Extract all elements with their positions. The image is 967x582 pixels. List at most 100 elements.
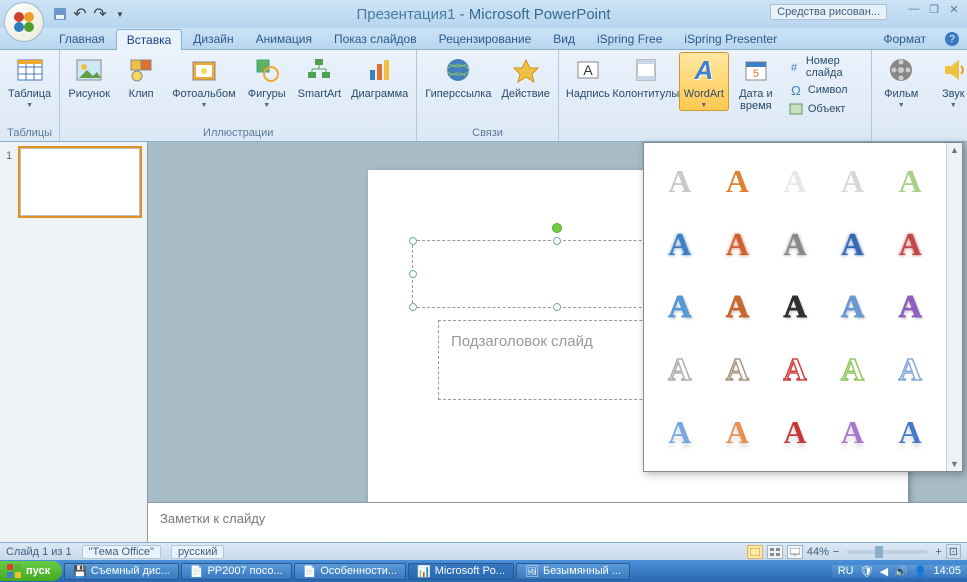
smartart-button[interactable]: SmartArt [294,52,345,102]
qat-save-icon[interactable] [52,6,68,22]
status-theme[interactable]: "Тема Office" [82,545,161,559]
object-button[interactable]: Объект [785,100,865,118]
wordart-style-12[interactable]: A [710,277,766,338]
tab-animation[interactable]: Анимация [245,28,323,49]
resize-handle-w[interactable] [409,270,417,278]
resize-handle-sw[interactable] [409,303,417,311]
wordart-style-19[interactable]: A [825,339,881,400]
tray-language[interactable]: RU [838,565,854,577]
clip-button[interactable]: Клип [116,52,166,102]
tab-design[interactable]: Дизайн [182,28,244,49]
fit-to-window-button[interactable]: ⊡ [946,544,961,559]
wordart-style-15[interactable]: A [882,277,938,338]
action-button[interactable]: Действие [497,52,553,102]
wordart-style-18[interactable]: A [767,339,823,400]
wordart-style-23[interactable]: A [767,402,823,463]
wordart-style-4[interactable]: A [825,151,881,212]
wordart-style-17[interactable]: A [710,339,766,400]
album-button[interactable]: Фотоальбом▼ [168,52,240,111]
zoom-in-button[interactable]: + [935,546,941,558]
tray-icon[interactable]: 🛡 [860,565,874,578]
view-sorter-button[interactable] [767,545,783,559]
wordart-style-20[interactable]: A [882,339,938,400]
wordart-button[interactable]: AWordArt▼ [679,52,729,111]
movie-button[interactable]: Фильм▼ [876,52,926,111]
wordart-style-25[interactable]: A [882,402,938,463]
tab-slideshow[interactable]: Показ слайдов [323,28,428,49]
minimize-button[interactable]: — [905,2,923,16]
wordart-style-1[interactable]: A [652,151,708,212]
wordart-style-16[interactable]: A [652,339,708,400]
wordart-style-9[interactable]: A [825,214,881,275]
tray-icon[interactable]: 🔊 [894,565,908,578]
wordart-scrollbar[interactable]: ▲ ▼ [946,143,962,471]
tray-icon[interactable]: ◀ [880,565,888,578]
taskbar-item-5[interactable]: 🖼Безымянный ... [516,563,630,580]
zoom-slider[interactable] [847,550,927,554]
tab-format[interactable]: Формат [872,28,937,49]
wordart-style-5[interactable]: A [882,151,938,212]
wordart-style-7[interactable]: A [710,214,766,275]
wordart-style-24[interactable]: A [825,402,881,463]
qat-undo-icon[interactable]: ↶ [72,6,88,22]
textbox-button[interactable]: AНадпись [563,52,613,102]
notes-pane[interactable]: Заметки к слайду [148,502,967,542]
tab-ispring-free[interactable]: iSpring Free [586,28,673,49]
wordart-style-6[interactable]: A [652,214,708,275]
wordart-style-3[interactable]: A [767,151,823,212]
restore-button[interactable]: ❐ [925,2,943,16]
wordart-style-10[interactable]: A [882,214,938,275]
wordart-style-22[interactable]: A [710,402,766,463]
zoom-out-button[interactable]: − [833,546,839,558]
tab-ispring-presenter[interactable]: iSpring Presenter [673,28,788,49]
contextual-tab-drawing-tools[interactable]: Средства рисован... [770,4,887,20]
tray-icon[interactable]: 👤 [914,565,928,578]
scroll-up-icon[interactable]: ▲ [948,143,961,157]
qat-redo-icon[interactable]: ↷ [92,6,108,22]
taskbar-item-3[interactable]: 📄Особенности... [294,563,406,580]
slide-number-button[interactable]: #Номер слайда [785,54,865,80]
shapes-button[interactable]: Фигуры▼ [242,52,292,111]
tab-insert[interactable]: Вставка [116,29,183,50]
scroll-down-icon[interactable]: ▼ [948,457,961,471]
sound-button[interactable]: Звук▼ [928,52,967,111]
office-button[interactable] [4,2,44,42]
wordart-style-14[interactable]: A [825,277,881,338]
wordart-style-2[interactable]: A [710,151,766,212]
close-button[interactable]: ✕ [945,2,963,16]
zoom-slider-thumb[interactable] [875,546,883,558]
status-language[interactable]: русский [171,545,224,559]
help-icon[interactable]: ? [945,32,959,46]
taskbar-item-4[interactable]: 📊Microsoft Po... [408,563,514,580]
view-slideshow-button[interactable] [787,545,803,559]
taskbar-item-2[interactable]: 📄PP2007 посо... [181,563,292,580]
qat-dropdown-icon[interactable]: ▼ [112,6,128,22]
quick-access-toolbar: ↶ ↷ ▼ [52,6,128,22]
rotate-handle[interactable] [552,223,562,233]
table-button[interactable]: Таблица▼ [4,52,55,111]
start-button[interactable]: пуск [0,561,62,581]
resize-handle-nw[interactable] [409,237,417,245]
taskbar-item-1[interactable]: 💾Съемный дис... [64,563,179,580]
wordart-style-11[interactable]: A [652,277,708,338]
tab-home[interactable]: Главная [48,28,116,49]
symbol-button[interactable]: ΩСимвол [785,81,865,99]
zoom-level[interactable]: 44% [807,546,829,558]
resize-handle-n[interactable] [553,237,561,245]
chart-button[interactable]: Диаграмма [347,52,412,102]
tray-clock[interactable]: 14:05 [933,565,961,577]
wordart-style-8[interactable]: A [767,214,823,275]
wordart-style-13[interactable]: A [767,277,823,338]
view-normal-button[interactable] [747,545,763,559]
wordart-style-21[interactable]: A [652,402,708,463]
date-time-button[interactable]: 5Дата и время [731,52,781,114]
tab-view[interactable]: Вид [542,28,586,49]
tab-review[interactable]: Рецензирование [428,28,543,49]
header-footer-button[interactable]: Колонтитулы [615,52,677,102]
slide-thumbnail-panel[interactable]: 1 [0,142,148,542]
resize-handle-s[interactable] [553,303,561,311]
svg-text:5: 5 [753,68,759,80]
picture-button[interactable]: Рисунок [64,52,114,102]
hyperlink-button[interactable]: Гиперссылка [421,52,495,102]
slide-thumbnail-1[interactable] [20,148,140,216]
